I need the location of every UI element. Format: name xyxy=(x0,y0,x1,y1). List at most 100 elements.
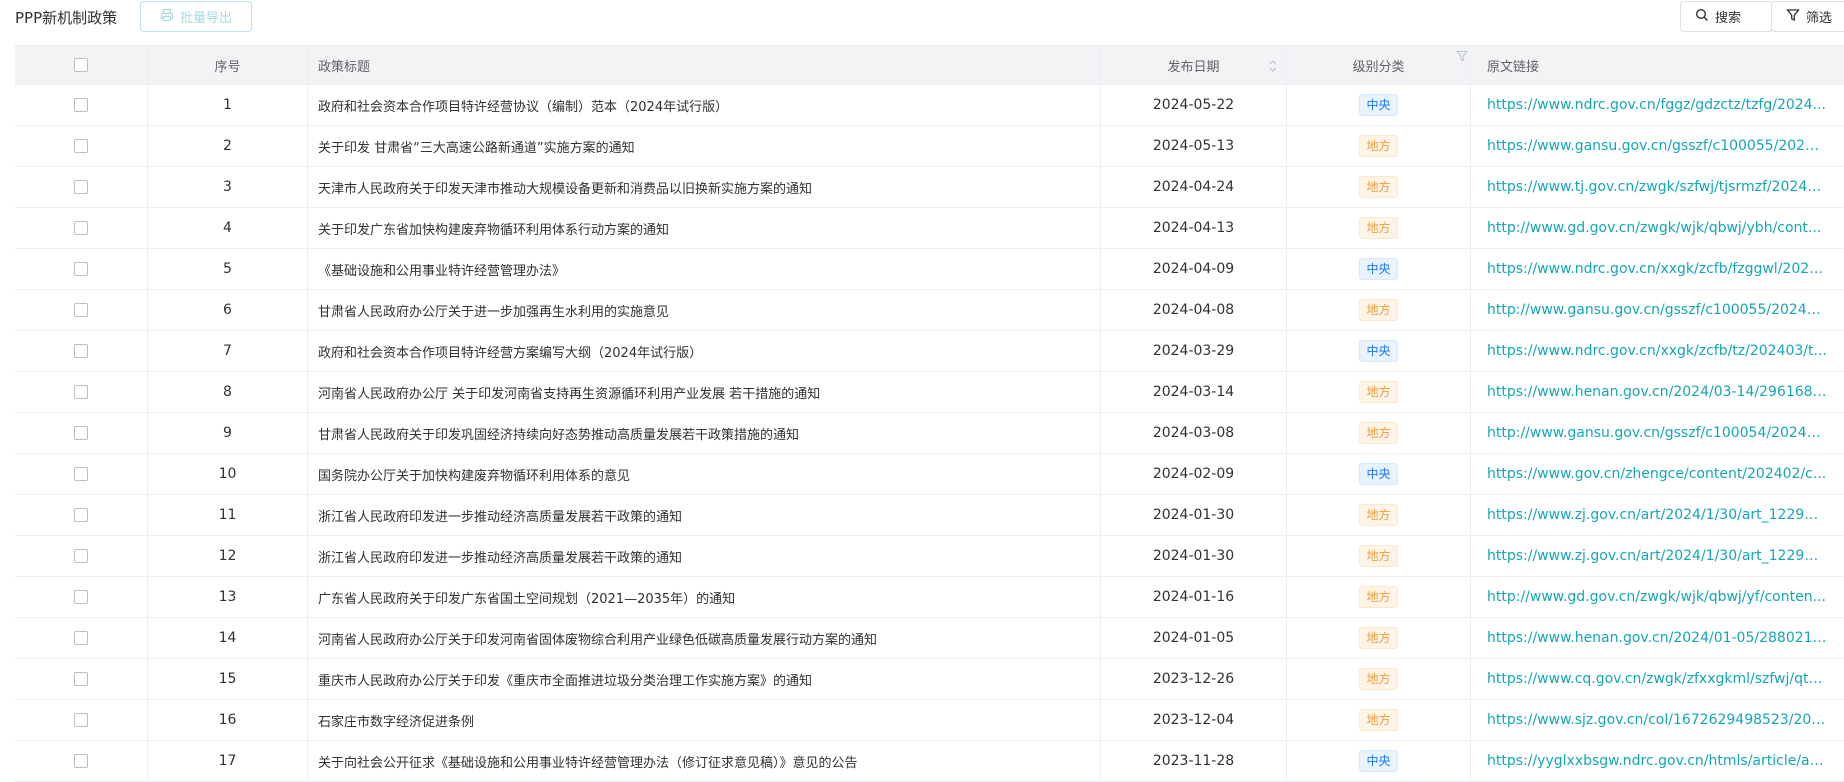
row-checkbox[interactable] xyxy=(74,303,88,317)
row-date-cell: 2024-05-22 xyxy=(1101,85,1287,125)
row-checkbox[interactable] xyxy=(74,590,88,604)
row-seq-cell: 13 xyxy=(148,577,308,617)
row-title: 国务院办公厅关于加快构建废弃物循环利用体系的意见 xyxy=(318,468,631,484)
row-seq: 9 xyxy=(223,425,232,441)
source-link[interactable]: https://www.cq.gov.cn/zwgk/zfxxgkml/szfw… xyxy=(1487,671,1827,687)
row-level-cell: 地方 xyxy=(1287,495,1471,535)
row-title: 石家庄市数字经济促进条例 xyxy=(318,714,475,730)
printer-icon xyxy=(160,8,174,26)
row-checkbox[interactable] xyxy=(74,139,88,153)
table-row[interactable]: 12 浙江省人民政府印发进一步推动经济高质量发展若干政策的通知 2024-01-30… xyxy=(15,536,1844,577)
row-seq-cell: 12 xyxy=(148,536,308,576)
row-seq-cell: 4 xyxy=(148,208,308,248)
sort-icon[interactable] xyxy=(1268,58,1278,74)
table-row[interactable]: 7 政府和社会资本合作项目特许经营方案编写大纲（2024年试行版） 2024-03-… xyxy=(15,331,1844,372)
table-row[interactable]: 15 重庆市人民政府办公厅关于印发《重庆市全面推进垃圾分类治理工作实施方案》的通知… xyxy=(15,659,1844,700)
table-row[interactable]: 1 政府和社会资本合作项目特许经营协议（编制）范本（2024年试行版） 2024-0… xyxy=(15,85,1844,126)
column-header-date[interactable]: 发布日期 xyxy=(1101,46,1287,84)
column-header-link[interactable]: 原文链接 xyxy=(1471,46,1844,84)
row-checkbox[interactable] xyxy=(74,98,88,112)
source-link[interactable]: https://www.sjz.gov.cn/col/1672629498523… xyxy=(1487,712,1827,728)
row-seq: 14 xyxy=(218,630,237,646)
row-title-cell: 甘肃省人民政府办公厅关于进一步加强再生水利用的实施意见 xyxy=(308,290,1101,330)
row-date-cell: 2024-01-30 xyxy=(1101,536,1287,576)
table-row[interactable]: 16 石家庄市数字经济促进条例 2023-12-04 地方 https://www.sj… xyxy=(15,700,1844,741)
source-link[interactable]: https://www.ndrc.gov.cn/xxgk/zcfb/tz/202… xyxy=(1487,343,1827,359)
table-row[interactable]: 5 《基础设施和公用事业特许经营管理办法》 2024-04-09 中央 https://… xyxy=(15,249,1844,290)
source-link[interactable]: https://www.ndrc.gov.cn/fggz/gdzctz/tzfg… xyxy=(1487,97,1827,113)
row-seq-cell: 3 xyxy=(148,167,308,207)
column-header-title[interactable]: 政策标题 xyxy=(308,46,1101,84)
row-link-cell: https://www.henan.gov.cn/2024/01-05/2880… xyxy=(1471,618,1844,658)
row-date-cell: 2024-04-13 xyxy=(1101,208,1287,248)
row-checkbox[interactable] xyxy=(74,426,88,440)
row-seq: 12 xyxy=(218,548,237,564)
row-checkbox[interactable] xyxy=(74,180,88,194)
row-link-cell: https://www.gov.cn/zhengce/content/20240… xyxy=(1471,454,1844,494)
row-link-cell: https://www.zj.gov.cn/art/2024/1/30/art_… xyxy=(1471,536,1844,576)
row-checkbox[interactable] xyxy=(74,508,88,522)
column-header-level[interactable]: 级别分类 xyxy=(1287,46,1471,84)
column-header-seq[interactable]: 序号 xyxy=(148,46,308,84)
row-seq-cell: 9 xyxy=(148,413,308,453)
row-title: 甘肃省人民政府办公厅关于进一步加强再生水利用的实施意见 xyxy=(318,304,670,320)
row-checkbox[interactable] xyxy=(74,262,88,276)
source-link[interactable]: https://www.zj.gov.cn/art/2024/1/30/art_… xyxy=(1487,548,1827,564)
table-row[interactable]: 8 河南省人民政府办公厅 关于印发河南省支持再生资源循环利用产业发展 若干措施的通… xyxy=(15,372,1844,413)
row-checkbox[interactable] xyxy=(74,467,88,481)
source-link[interactable]: https://www.gansu.gov.cn/gsszf/c100055/2… xyxy=(1487,138,1827,154)
table-row[interactable]: 9 甘肃省人民政府关于印发巩固经济持续向好态势推动高质量发展若干政策措施的通知 20… xyxy=(15,413,1844,454)
search-button[interactable]: 搜索 xyxy=(1680,1,1773,32)
column-filter-icon[interactable] xyxy=(1455,50,1469,62)
row-seq-cell: 16 xyxy=(148,700,308,740)
table-row[interactable]: 11 浙江省人民政府印发进一步推动经济高质量发展若干政策的通知 2024-01-30… xyxy=(15,495,1844,536)
source-link[interactable]: https://www.tj.gov.cn/zwgk/szfwj/tjsrmzf… xyxy=(1487,179,1827,195)
table-row[interactable]: 2 关于印发 甘肃省“三大高速公路新通道”实施方案的通知 2024-05-13 地方 h… xyxy=(15,126,1844,167)
filter-button[interactable]: 筛选 xyxy=(1771,1,1844,32)
source-link[interactable]: http://www.gd.gov.cn/zwgk/wjk/qbwj/yf/co… xyxy=(1487,589,1827,605)
level-tag: 地方 xyxy=(1359,504,1398,526)
row-level-cell: 地方 xyxy=(1287,700,1471,740)
table-row[interactable]: 14 河南省人民政府办公厅关于印发河南省固体废物综合利用产业绿色低碳高质量发展行动… xyxy=(15,618,1844,659)
row-title: 河南省人民政府办公厅 关于印发河南省支持再生资源循环利用产业发展 若干措施的通知 xyxy=(318,386,821,402)
row-seq-cell: 17 xyxy=(148,741,308,781)
row-checkbox[interactable] xyxy=(74,221,88,235)
row-date-cell: 2024-04-08 xyxy=(1101,290,1287,330)
source-link[interactable]: https://www.ndrc.gov.cn/xxgk/zcfb/fzggwl… xyxy=(1487,261,1827,277)
source-link[interactable]: https://www.gov.cn/zhengce/content/20240… xyxy=(1487,466,1827,482)
source-link[interactable]: http://www.gansu.gov.cn/gsszf/c100054/20… xyxy=(1487,425,1827,441)
table-row[interactable]: 6 甘肃省人民政府办公厅关于进一步加强再生水利用的实施意见 2024-04-08 地方… xyxy=(15,290,1844,331)
source-link[interactable]: https://www.zj.gov.cn/art/2024/1/30/art_… xyxy=(1487,507,1827,523)
table-row[interactable]: 10 国务院办公厅关于加快构建废弃物循环利用体系的意见 2024-02-09 中央 ht… xyxy=(15,454,1844,495)
row-title-cell: 政府和社会资本合作项目特许经营协议（编制）范本（2024年试行版） xyxy=(308,85,1101,125)
batch-export-button[interactable]: 批量导出 xyxy=(140,1,252,32)
source-link[interactable]: https://www.henan.gov.cn/2024/01-05/2880… xyxy=(1487,630,1827,646)
row-checkbox[interactable] xyxy=(74,631,88,645)
table-row[interactable]: 17 关于向社会公开征求《基础设施和公用事业特许经营管理办法（修订征求意见稿）》意… xyxy=(15,741,1844,782)
row-date: 2024-03-29 xyxy=(1152,343,1235,359)
row-checkbox[interactable] xyxy=(74,672,88,686)
row-checkbox[interactable] xyxy=(74,754,88,768)
row-link-cell: http://www.gansu.gov.cn/gsszf/c100055/20… xyxy=(1471,290,1844,330)
source-link[interactable]: https://yyglxxbsgw.ndrc.gov.cn/htmls/art… xyxy=(1487,753,1827,769)
row-title-cell: 关于印发广东省加快构建废弃物循环利用体系行动方案的通知 xyxy=(308,208,1101,248)
row-title: 天津市人民政府关于印发天津市推动大规模设备更新和消费品以旧换新实施方案的通知 xyxy=(318,181,813,197)
source-link[interactable]: http://www.gansu.gov.cn/gsszf/c100055/20… xyxy=(1487,302,1827,318)
select-all-checkbox[interactable] xyxy=(74,58,88,72)
row-checkbox[interactable] xyxy=(74,385,88,399)
row-checkbox[interactable] xyxy=(74,344,88,358)
source-link[interactable]: https://www.henan.gov.cn/2024/03-14/2961… xyxy=(1487,384,1827,400)
table-row[interactable]: 13 广东省人民政府关于印发广东省国土空间规划（2021—2035年）的通知 202… xyxy=(15,577,1844,618)
source-link[interactable]: http://www.gd.gov.cn/zwgk/wjk/qbwj/ybh/c… xyxy=(1487,220,1827,236)
batch-export-label: 批量导出 xyxy=(179,11,232,26)
row-title-cell: 石家庄市数字经济促进条例 xyxy=(308,700,1101,740)
row-checkbox[interactable] xyxy=(74,713,88,727)
table-row[interactable]: 3 天津市人民政府关于印发天津市推动大规模设备更新和消费品以旧换新实施方案的通知 2… xyxy=(15,167,1844,208)
table-row[interactable]: 4 关于印发广东省加快构建废弃物循环利用体系行动方案的通知 2024-04-13 地方… xyxy=(15,208,1844,249)
search-icon xyxy=(1695,8,1709,26)
row-title-cell: 广东省人民政府关于印发广东省国土空间规划（2021—2035年）的通知 xyxy=(308,577,1101,617)
funnel-icon xyxy=(1786,8,1800,26)
row-checkbox-cell xyxy=(15,741,148,781)
row-date: 2024-05-13 xyxy=(1152,138,1235,154)
row-checkbox[interactable] xyxy=(74,549,88,563)
